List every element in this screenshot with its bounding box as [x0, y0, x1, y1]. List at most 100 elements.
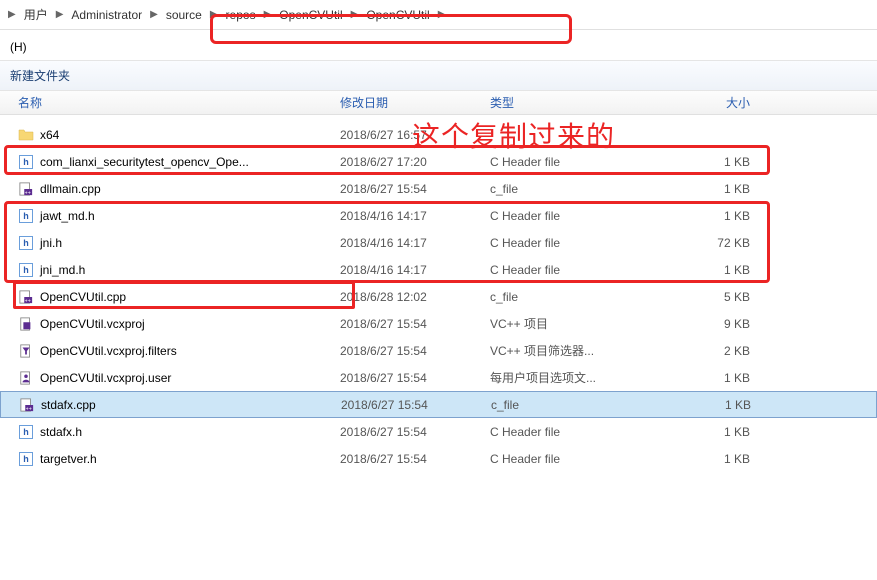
- file-size: 1 KB: [670, 209, 780, 223]
- file-name: OpenCVUtil.cpp: [40, 290, 126, 304]
- file-name: jni.h: [40, 236, 62, 250]
- breadcrumb-item[interactable]: 用户: [18, 4, 54, 25]
- file-type: C Header file: [490, 452, 670, 466]
- header-file-icon: h: [18, 262, 34, 278]
- file-date: 2018/4/16 14:17: [340, 209, 490, 223]
- col-header-date[interactable]: 修改日期: [340, 94, 490, 111]
- breadcrumb-item[interactable]: Administrator: [65, 6, 148, 24]
- column-headers: 名称 修改日期 类型 大小: [0, 91, 877, 115]
- breadcrumb-item[interactable]: repos: [220, 6, 262, 24]
- file-type: c_file: [490, 290, 670, 304]
- file-type: c_file: [491, 398, 671, 412]
- chevron-right-icon: ▶: [148, 9, 160, 20]
- file-name: jni_md.h: [40, 263, 85, 277]
- file-size: 72 KB: [670, 236, 780, 250]
- file-date: 2018/6/27 15:54: [340, 371, 490, 385]
- file-size: 1 KB: [670, 155, 780, 169]
- file-row[interactable]: OpenCVUtil.vcxproj.user2018/6/27 15:54每用…: [0, 364, 877, 391]
- file-type: c_file: [490, 182, 670, 196]
- vcxproj-file-icon: [18, 316, 34, 332]
- file-type: C Header file: [490, 209, 670, 223]
- chevron-right-icon: ▶: [208, 9, 220, 20]
- file-size: 1 KB: [670, 182, 780, 196]
- cpp-file-icon: ++: [19, 397, 35, 413]
- file-name: jawt_md.h: [40, 209, 95, 223]
- chevron-right-icon: ▶: [349, 9, 361, 20]
- file-row[interactable]: OpenCVUtil.vcxproj 2018/6/27 15:54VC++ 项目…: [0, 310, 877, 337]
- breadcrumb-item[interactable]: OpenCVUtil: [360, 6, 435, 24]
- file-name: stdafx.cpp: [41, 398, 96, 412]
- file-name: stdafx.h: [40, 425, 82, 439]
- header-file-icon: h: [18, 235, 34, 251]
- file-date: 2018/6/27 15:54: [340, 344, 490, 358]
- file-size: 1 KB: [670, 371, 780, 385]
- folder-icon: [18, 127, 34, 143]
- file-size: 1 KB: [670, 263, 780, 277]
- breadcrumb[interactable]: ▶ 用户 ▶ Administrator ▶ source ▶ repos ▶ …: [0, 0, 877, 30]
- file-name: dllmain.cpp: [40, 182, 101, 196]
- file-row[interactable]: ++ stdafx.cpp 2018/6/27 15:54c_file1 KB: [0, 391, 877, 418]
- file-row[interactable]: x64 2018/6/27 16:57: [0, 121, 877, 148]
- svg-text:++: ++: [25, 190, 31, 196]
- file-size: 1 KB: [671, 398, 781, 412]
- file-row[interactable]: htargetver.h2018/6/27 15:54C Header file…: [0, 445, 877, 472]
- file-name: targetver.h: [40, 452, 97, 466]
- file-size: 2 KB: [670, 344, 780, 358]
- file-row[interactable]: ++ OpenCVUtil.cpp 2018/6/28 12:02c_file5 K…: [0, 283, 877, 310]
- help-menu[interactable]: (H): [6, 38, 31, 56]
- file-list: 这个复制过来的 x642018/6/27 16:57hcom_lianxi_se…: [0, 115, 877, 472]
- cpp-file-icon: ++: [18, 181, 34, 197]
- file-size: 5 KB: [670, 290, 780, 304]
- file-name: OpenCVUtil.vcxproj.user: [40, 371, 171, 385]
- col-header-size[interactable]: 大小: [670, 94, 780, 111]
- file-date: 2018/6/27 15:54: [340, 425, 490, 439]
- file-row[interactable]: hcom_lianxi_securitytest_opencv_Ope...20…: [0, 148, 877, 175]
- file-date: 2018/6/27 16:57: [340, 128, 490, 142]
- file-date: 2018/6/27 15:54: [341, 398, 491, 412]
- file-date: 2018/6/28 12:02: [340, 290, 490, 304]
- filters-file-icon: [18, 343, 34, 359]
- file-size: 1 KB: [670, 425, 780, 439]
- user-file-icon: [18, 370, 34, 386]
- svg-text:++: ++: [25, 298, 31, 304]
- col-header-type[interactable]: 类型: [490, 94, 670, 111]
- col-header-name[interactable]: 名称: [0, 94, 340, 111]
- file-row[interactable]: h stdafx.h 2018/6/27 15:54C Header file1 K…: [0, 418, 877, 445]
- file-row[interactable]: h jni_md.h 2018/4/16 14:17C Header file1 K…: [0, 256, 877, 283]
- file-size: 9 KB: [670, 317, 780, 331]
- chevron-right-icon: ▶: [262, 9, 274, 20]
- file-type: C Header file: [490, 155, 670, 169]
- breadcrumb-item[interactable]: OpenCVUtil: [273, 6, 348, 24]
- chevron-right-icon: ▶: [6, 9, 18, 20]
- file-type: C Header file: [490, 425, 670, 439]
- file-type: C Header file: [490, 263, 670, 277]
- file-date: 2018/4/16 14:17: [340, 236, 490, 250]
- header-file-icon: h: [18, 208, 34, 224]
- file-date: 2018/6/27 15:54: [340, 182, 490, 196]
- new-folder-button[interactable]: 新建文件夹: [10, 69, 70, 83]
- file-date: 2018/6/27 15:54: [340, 317, 490, 331]
- cpp-file-icon: ++: [18, 289, 34, 305]
- file-date: 2018/6/27 17:20: [340, 155, 490, 169]
- breadcrumb-item[interactable]: source: [160, 6, 208, 24]
- header-file-icon: h: [18, 154, 34, 170]
- file-size: 1 KB: [670, 452, 780, 466]
- chevron-right-icon: ▶: [54, 9, 66, 20]
- file-row[interactable]: ++ dllmain.cpp 2018/6/27 15:54c_file1 KB: [0, 175, 877, 202]
- file-row[interactable]: OpenCVUtil.vcxproj.filters 2018/6/27 15:5…: [0, 337, 877, 364]
- toolbar: 新建文件夹: [0, 61, 877, 91]
- file-row[interactable]: h jni.h 2018/4/16 14:17C Header file72 KB: [0, 229, 877, 256]
- file-type: VC++ 项目筛选器...: [490, 342, 670, 359]
- chevron-right-icon: ▶: [436, 9, 448, 20]
- svg-text:++: ++: [26, 406, 32, 412]
- file-type: VC++ 项目: [490, 315, 670, 332]
- header-file-icon: h: [18, 424, 34, 440]
- file-name: x64: [40, 128, 59, 142]
- file-date: 2018/4/16 14:17: [340, 263, 490, 277]
- file-type: C Header file: [490, 236, 670, 250]
- menubar: (H): [0, 30, 877, 61]
- file-row[interactable]: h jawt_md.h 2018/4/16 14:17C Header file1 …: [0, 202, 877, 229]
- file-name: OpenCVUtil.vcxproj.filters: [40, 344, 177, 358]
- header-file-icon: h: [18, 451, 34, 467]
- file-name: OpenCVUtil.vcxproj: [40, 317, 145, 331]
